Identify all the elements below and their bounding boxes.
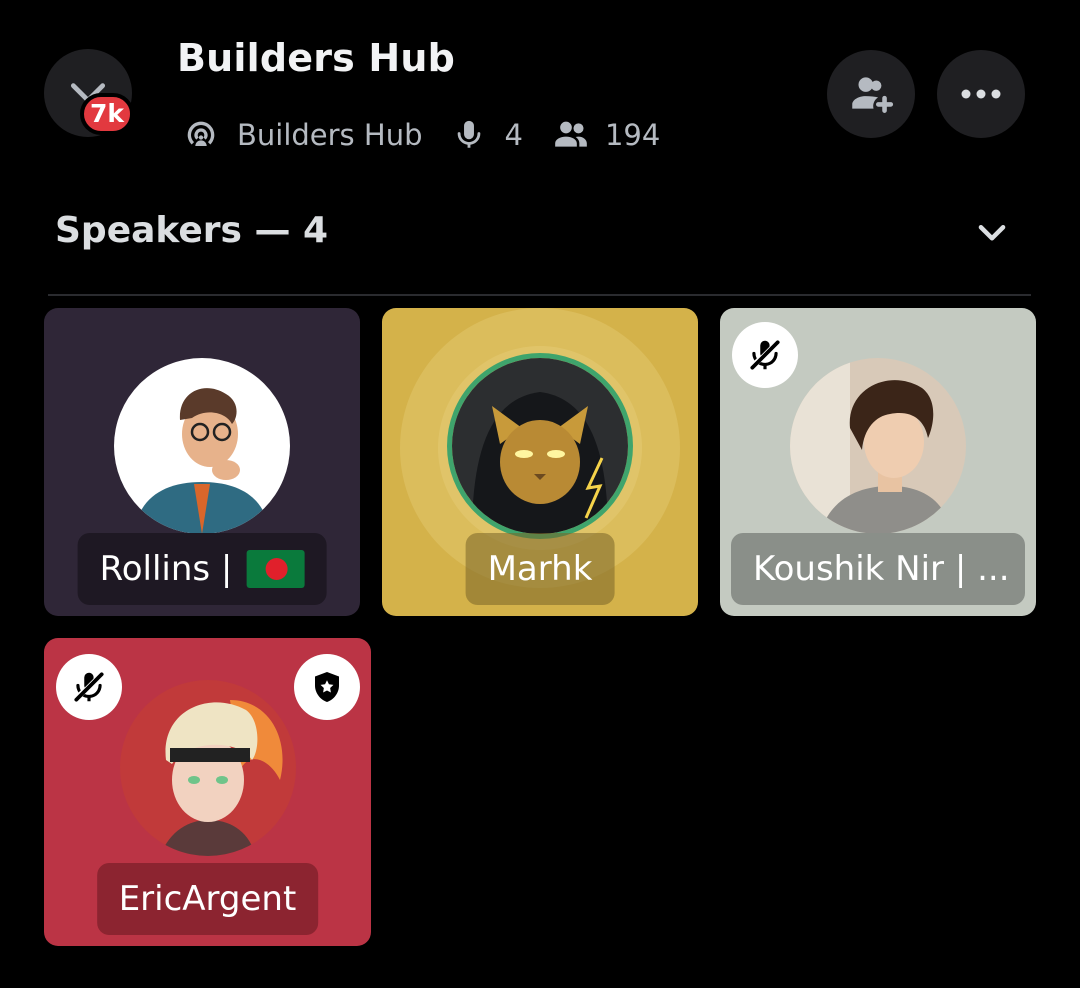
speakers-heading: Speakers — 4	[55, 210, 329, 251]
muted-indicator	[732, 322, 798, 388]
speaker-name: Marhk	[465, 533, 615, 605]
avatar	[790, 358, 966, 534]
avatar	[447, 353, 633, 539]
listener-count: 194	[547, 115, 660, 155]
speaker-name: Koushik Nir | ...	[731, 533, 1025, 605]
microphone-icon	[458, 120, 481, 148]
more-horizontal-icon	[961, 89, 1001, 99]
more-options-button[interactable]	[937, 50, 1025, 138]
speaker-tile[interactable]: Marhk	[382, 308, 698, 616]
stage-name: Builders Hub	[237, 118, 423, 152]
add-user-icon	[852, 77, 894, 113]
people-icon	[555, 121, 587, 147]
stage-channel-icon	[187, 121, 215, 146]
speaker-name: EricArgent	[96, 863, 319, 935]
microphone-muted-icon	[750, 340, 780, 370]
divider	[48, 294, 1031, 296]
chevron-down-icon	[978, 225, 1006, 241]
microphone-muted-icon	[74, 672, 104, 702]
stage-channel-link[interactable]: Builders Hub	[177, 115, 422, 155]
invite-button[interactable]	[827, 50, 915, 138]
speaker-tile[interactable]: Koushik Nir | ...	[720, 308, 1036, 616]
avatar	[120, 680, 296, 856]
back-button[interactable]: 7k	[44, 49, 135, 137]
speaker-tile[interactable]: EricArgent	[44, 638, 371, 946]
notification-badge: 7k	[80, 93, 135, 135]
speaker-tile[interactable]: Rollins |	[44, 308, 360, 616]
speaker-name: Rollins |	[77, 533, 327, 605]
muted-indicator	[56, 654, 122, 720]
shield-star-icon	[315, 672, 339, 702]
moderator-badge	[294, 654, 360, 720]
collapse-speakers-button[interactable]	[968, 208, 1016, 256]
stage-info: Builders Hub 4 194	[177, 110, 660, 160]
page-title: Builders Hub	[177, 36, 456, 80]
avatar	[114, 358, 290, 534]
speaker-count: 4	[452, 115, 523, 155]
bangladesh-flag-icon	[246, 550, 305, 588]
